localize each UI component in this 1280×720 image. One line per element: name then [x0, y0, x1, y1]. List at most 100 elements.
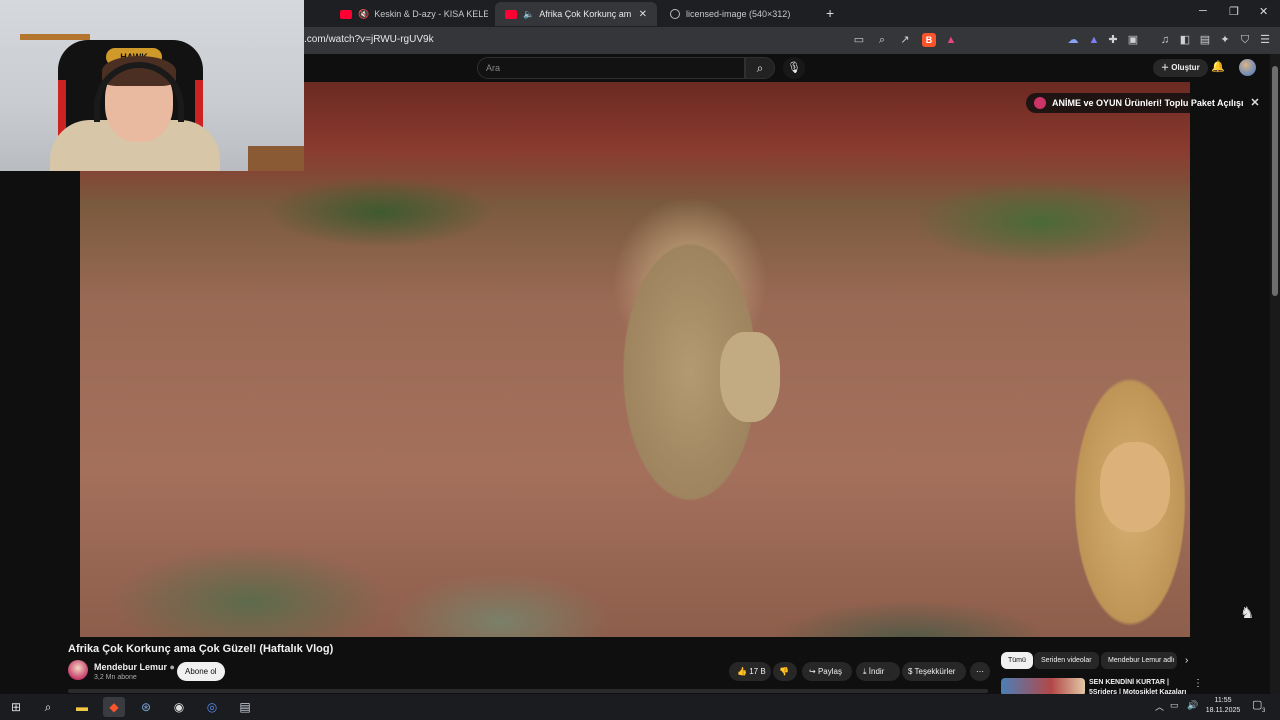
search-icon[interactable]: ⌕ — [37, 697, 59, 717]
share-icon[interactable]: ↗ — [898, 33, 912, 47]
share-button[interactable]: ↪ Paylaş — [802, 662, 852, 681]
restore-icon[interactable]: ❐ — [1229, 5, 1239, 18]
new-tab-icon[interactable]: + — [826, 5, 834, 21]
close-icon[interactable]: ✕ — [1250, 93, 1259, 113]
extension-icon[interactable]: ☁ — [1066, 33, 1080, 47]
close-window-icon[interactable]: ✕ — [1259, 5, 1268, 18]
close-tab-icon[interactable]: ✕ — [639, 9, 647, 20]
globe-icon — [670, 9, 680, 19]
taskbar-clock[interactable]: 11:55 18.11.2025 — [1205, 696, 1241, 716]
brave-browser-icon[interactable]: ◆ — [103, 697, 125, 717]
windows-taskbar — [0, 694, 1280, 720]
channel-avatar — [1034, 97, 1046, 109]
promo-banner[interactable]: ANİME ve OYUN Ürünleri! Toplu Paket Açıl… — [1026, 93, 1270, 113]
robot-icon[interactable]: ♞ — [1240, 603, 1254, 623]
account-avatar[interactable] — [1239, 59, 1256, 76]
page-scrollbar[interactable] — [1270, 54, 1280, 694]
lioness-image — [1100, 442, 1170, 532]
like-count: 17 B — [749, 667, 766, 676]
wall-decoration — [20, 34, 90, 40]
leo-ai-icon[interactable]: ✦ — [1218, 33, 1232, 47]
subscriber-count: 3,2 Mn abone — [94, 674, 137, 681]
notification-count: 3 — [1262, 708, 1266, 714]
chevron-up-icon[interactable]: ︿ — [1155, 700, 1164, 713]
chevron-right-icon[interactable]: › — [1185, 655, 1188, 666]
cast-icon[interactable]: ▭ — [852, 33, 866, 47]
webcam-overlay: HAWK — [0, 0, 304, 171]
muted-speaker-icon[interactable]: 🔇 — [358, 9, 369, 20]
more-actions-button[interactable]: ⋯ — [970, 662, 990, 681]
music-icon[interactable]: ♫ — [1158, 33, 1172, 47]
notification-center-icon[interactable]: ▢ — [1252, 698, 1262, 711]
browser-tab-keskin[interactable]: 🔇 Keskin & D-azy - KISA KELEŞ II (M — [330, 2, 488, 26]
channel-name-text: Mendebur Lemur — [94, 662, 168, 672]
search-icon[interactable]: ⌕ — [745, 57, 775, 79]
notifications-bell-icon[interactable]: 🔔 — [1211, 60, 1225, 73]
shelf — [248, 146, 304, 171]
subscribe-button[interactable]: Abone ol — [177, 662, 225, 681]
wallet-icon[interactable]: ▤ — [1198, 33, 1212, 47]
thanks-button[interactable]: $ Teşekkürler — [902, 662, 966, 681]
windows-start-icon[interactable]: ⊞ — [5, 697, 27, 717]
promo-text: ANİME ve OYUN Ürünleri! Toplu Paket Açıl… — [1052, 98, 1244, 108]
thumbs-up-icon: 👍 — [737, 667, 747, 676]
steam-icon[interactable]: ⊛ — [135, 697, 157, 717]
app-window-icon[interactable]: ▤ — [234, 697, 256, 717]
chip-series[interactable]: Seriden videolar — [1034, 652, 1099, 669]
chip-channel[interactable]: Mendebur Lemur adlı — [1101, 652, 1177, 669]
browser-tab-afrika[interactable]: 🔈 Afrika Çok Korkunç ama Çok ✕ — [495, 2, 657, 26]
screenshot-icon[interactable]: ▣ — [1126, 33, 1140, 47]
chip-all[interactable]: Tümü — [1001, 652, 1033, 669]
scrollbar-thumb[interactable] — [1272, 66, 1278, 296]
network-icon[interactable]: ▭ — [1170, 700, 1179, 711]
download-icon: ⤓ — [863, 667, 867, 676]
tab-title: Afrika Çok Korkunç ama Çok — [539, 9, 631, 19]
speaker-icon[interactable]: 🔈 — [523, 9, 534, 20]
file-explorer-icon[interactable]: ▬ — [71, 697, 93, 717]
dislike-button[interactable]: 👎 — [773, 662, 797, 681]
youtube-icon — [505, 9, 517, 19]
share-icon: ↪ — [809, 667, 816, 676]
minimize-icon[interactable]: ─ — [1199, 5, 1207, 17]
microphone-icon[interactable]: 🎙 — [783, 57, 805, 79]
obs-icon[interactable]: ◉ — [168, 697, 190, 717]
puzzle-extensions-icon[interactable]: ✚ — [1106, 33, 1120, 47]
discord-icon[interactable]: ◎ — [201, 697, 223, 717]
volume-icon[interactable]: 🔊 — [1187, 700, 1198, 711]
clock-date: 18.11.2025 — [1205, 707, 1241, 714]
like-button[interactable]: 👍 17 B — [729, 662, 771, 681]
thanks-label: Teşekkürler — [914, 667, 956, 676]
vpn-shield-icon[interactable]: ⛉ — [1238, 33, 1252, 47]
lion-image — [720, 332, 780, 422]
youtube-icon — [340, 9, 352, 19]
sidebar-icon[interactable]: ◧ — [1178, 33, 1192, 47]
create-button[interactable]: ＋ Oluştur — [1153, 59, 1208, 77]
search-placeholder: Ara — [486, 63, 501, 73]
right-margin — [1190, 82, 1270, 637]
plus-icon: ＋ — [1161, 63, 1172, 72]
brave-rewards-icon[interactable]: ▲ — [944, 33, 958, 47]
channel-name[interactable]: Mendebur Lemur ● — [94, 662, 175, 672]
tab-title: Keskin & D-azy - KISA KELEŞ II (M — [374, 9, 488, 19]
clock-time: 11:55 — [1214, 697, 1232, 704]
search-input[interactable]: Ara — [477, 57, 745, 79]
zoom-icon[interactable]: ⌕ — [875, 33, 889, 47]
left-margin — [0, 170, 80, 637]
share-label: Paylaş — [817, 667, 842, 676]
channel-avatar[interactable] — [68, 660, 88, 680]
address-bar[interactable]: .com/watch?v=jRWU-rgUV9k — [304, 34, 434, 45]
description-box-edge — [68, 689, 988, 693]
download-label: İndir — [868, 667, 885, 676]
menu-icon[interactable]: ☰ — [1258, 33, 1272, 47]
create-label: Oluştur — [1171, 63, 1200, 72]
extension-icon[interactable]: ▲ — [1087, 33, 1101, 47]
more-vertical-icon[interactable]: ⋮ — [1193, 678, 1203, 689]
download-button[interactable]: ⤓ İndir — [856, 662, 900, 681]
browser-tab-licensed-image[interactable]: licensed-image (540×312) — [660, 2, 820, 26]
brave-shields-icon[interactable]: B — [922, 33, 936, 47]
more-horizontal-icon: ⋯ — [976, 667, 984, 676]
tab-title: licensed-image (540×312) — [686, 9, 791, 19]
verified-icon: ● — [169, 662, 175, 672]
thanks-icon: $ — [908, 667, 913, 676]
video-title: Afrika Çok Korkunç ama Çok Güzel! (Hafta… — [68, 643, 334, 655]
